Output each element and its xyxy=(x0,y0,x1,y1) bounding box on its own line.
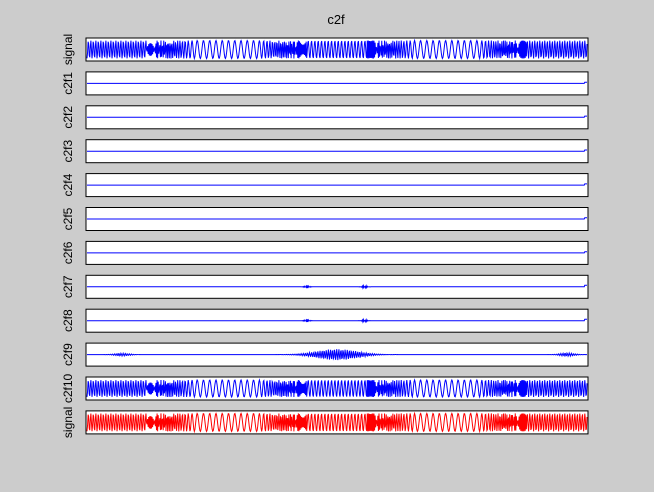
figure-window: c2f signal c2f1 c2f2 c2f3 c2f4 c2f5 c2f6 c2f7 c2… xyxy=(0,0,654,492)
y-axis-label: c2f3 xyxy=(61,140,75,163)
y-axis-label: c2f8 xyxy=(61,309,75,332)
y-axis-label: c2f2 xyxy=(61,106,75,129)
y-axis-label: c2f5 xyxy=(61,207,75,230)
subplot-panel: c2f7 xyxy=(61,274,589,299)
subplot-panel: c2f4 xyxy=(61,173,589,198)
subplot-panel: c2f10 xyxy=(61,373,589,403)
y-axis-label: signal xyxy=(61,34,75,65)
subplot-panel: c2f8 xyxy=(61,308,589,333)
y-axis-label: c2f9 xyxy=(61,343,75,366)
subplot-panels: signal c2f1 c2f2 c2f3 c2f4 c2f5 c2f6 c2f7 c2f8 c2… xyxy=(61,34,589,438)
y-axis-label: c2f1 xyxy=(61,72,75,95)
subplot-panel: c2f6 xyxy=(61,240,589,265)
subplot-panel: c2f5 xyxy=(61,207,589,231)
y-axis-label: c2f6 xyxy=(61,241,75,264)
chart-title: c2f xyxy=(327,12,345,27)
y-axis-label: signal xyxy=(61,407,75,438)
subplot-figure: c2f signal c2f1 c2f2 c2f3 c2f4 c2f5 c2f6 c2f7 c2… xyxy=(61,12,589,438)
subplot-panel: c2f2 xyxy=(61,105,589,130)
subplot-panel: signal xyxy=(61,407,589,438)
subplot-panel: signal xyxy=(61,34,589,65)
y-axis-label: c2f7 xyxy=(61,275,75,298)
y-axis-label: c2f10 xyxy=(61,373,75,403)
subplot-panel: c2f9 xyxy=(61,342,589,367)
subplot-panel: c2f1 xyxy=(61,71,589,96)
y-axis-label: c2f4 xyxy=(61,173,75,196)
subplot-panel: c2f3 xyxy=(61,139,589,164)
